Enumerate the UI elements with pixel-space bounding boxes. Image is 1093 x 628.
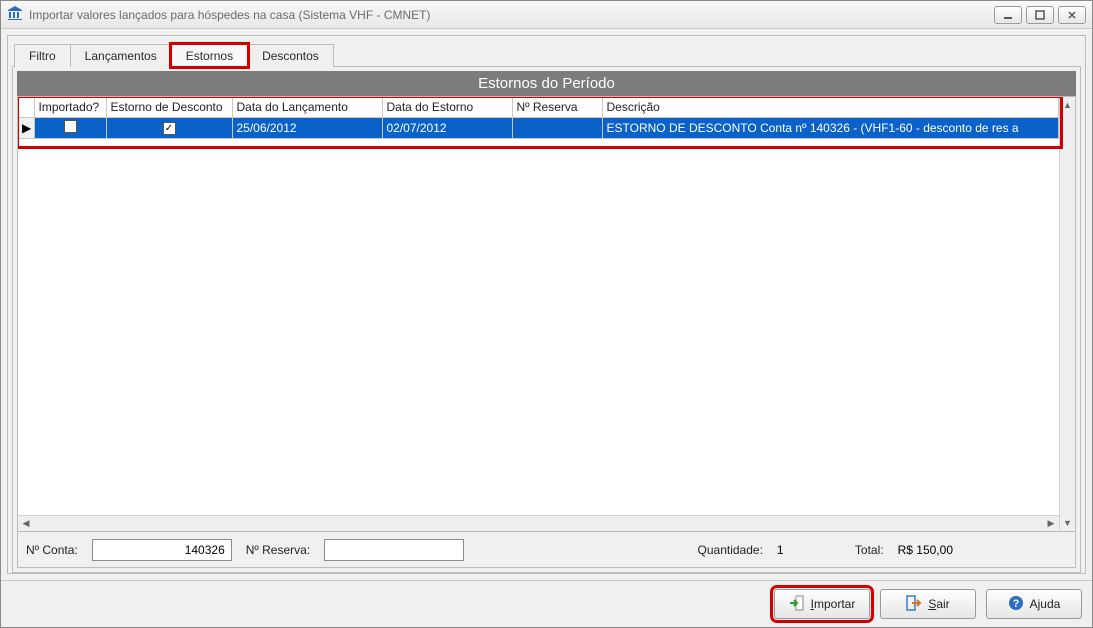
- reserva-label: Nº Reserva:: [246, 543, 310, 557]
- quantidade-label: Quantidade:: [698, 543, 763, 557]
- conta-label: Nº Conta:: [26, 543, 78, 557]
- ajuda-label: Ajuda: [1030, 597, 1061, 611]
- maximize-button[interactable]: [1026, 6, 1054, 24]
- section-title: Estornos do Período: [17, 71, 1076, 96]
- import-icon: [789, 595, 805, 614]
- total-value: R$ 150,00: [898, 543, 953, 557]
- scroll-down-icon[interactable]: ▼: [1060, 515, 1075, 531]
- cell-n-reserva[interactable]: [512, 117, 602, 138]
- vertical-scrollbar[interactable]: ▲ ▼: [1059, 97, 1075, 531]
- tab-filtro[interactable]: Filtro: [14, 44, 71, 67]
- grid-container: Importado? Estorno de Desconto Data do L…: [17, 96, 1076, 532]
- table-row[interactable]: ▶ ✓ 25/06/2012 02/07/2012: [18, 117, 1059, 138]
- window-controls: [994, 6, 1086, 24]
- close-button[interactable]: [1058, 6, 1086, 24]
- summary-row: Nº Conta: Nº Reserva: Quantidade: 1 Tota…: [17, 532, 1076, 568]
- window-title: Importar valores lançados para hóspedes …: [29, 8, 988, 22]
- tab-estornos[interactable]: Estornos: [171, 44, 248, 67]
- svg-text:?: ?: [1012, 598, 1019, 610]
- row-indicator-header: [18, 97, 34, 117]
- col-importado[interactable]: Importado?: [34, 97, 106, 117]
- tab-content: Estornos do Período: [12, 66, 1081, 573]
- col-descricao[interactable]: Descrição: [602, 97, 1059, 117]
- tab-descontos[interactable]: Descontos: [247, 44, 334, 67]
- exit-icon: [906, 595, 922, 614]
- table-header-row: Importado? Estorno de Desconto Data do L…: [18, 97, 1059, 117]
- help-icon: ?: [1008, 595, 1024, 614]
- tabstrip: Filtro Lançamentos Estornos Descontos: [12, 40, 1081, 66]
- row-indicator: ▶: [18, 117, 34, 138]
- app-icon: [7, 5, 23, 24]
- ajuda-button[interactable]: ? Ajuda: [986, 589, 1082, 619]
- cell-descricao[interactable]: ESTORNO DE DESCONTO Conta nº 140326 - (V…: [602, 117, 1059, 138]
- reserva-input[interactable]: [324, 539, 464, 561]
- col-data-lancamento[interactable]: Data do Lançamento: [232, 97, 382, 117]
- cell-importado[interactable]: [34, 117, 106, 138]
- estornos-table: Importado? Estorno de Desconto Data do L…: [18, 97, 1059, 139]
- importar-button[interactable]: IImportarmportar: [774, 589, 870, 619]
- quantidade-value: 1: [777, 543, 797, 557]
- tab-lancamentos[interactable]: Lançamentos: [70, 44, 172, 67]
- minimize-button[interactable]: [994, 6, 1022, 24]
- scroll-up-icon[interactable]: ▲: [1060, 97, 1075, 113]
- horizontal-scrollbar[interactable]: ◀ ▶: [18, 515, 1059, 531]
- grid-empty-area: [18, 139, 1059, 516]
- col-data-estorno[interactable]: Data do Estorno: [382, 97, 512, 117]
- cell-data-lancamento[interactable]: 25/06/2012: [232, 117, 382, 138]
- titlebar: Importar valores lançados para hóspedes …: [1, 1, 1092, 29]
- vscroll-track[interactable]: [1060, 113, 1075, 515]
- main-panel: Filtro Lançamentos Estornos Descontos Es…: [7, 35, 1086, 574]
- sair-button[interactable]: SSairair: [880, 589, 976, 619]
- col-n-reserva[interactable]: Nº Reserva: [512, 97, 602, 117]
- checkbox-checked-icon[interactable]: ✓: [163, 122, 176, 135]
- col-estorno-desconto[interactable]: Estorno de Desconto: [106, 97, 232, 117]
- scroll-right-icon[interactable]: ▶: [1043, 518, 1059, 529]
- app-window: Importar valores lançados para hóspedes …: [0, 0, 1093, 628]
- scroll-left-icon[interactable]: ◀: [18, 518, 34, 529]
- action-bar: IImportarmportar SSairair ? Ajuda: [1, 580, 1092, 627]
- cell-estorno-desconto[interactable]: ✓: [106, 117, 232, 138]
- total-label: Total:: [855, 543, 884, 557]
- checkbox-unchecked-icon[interactable]: [64, 120, 77, 133]
- cell-data-estorno[interactable]: 02/07/2012: [382, 117, 512, 138]
- grid-scroll: Importado? Estorno de Desconto Data do L…: [18, 97, 1059, 531]
- conta-input[interactable]: [92, 539, 232, 561]
